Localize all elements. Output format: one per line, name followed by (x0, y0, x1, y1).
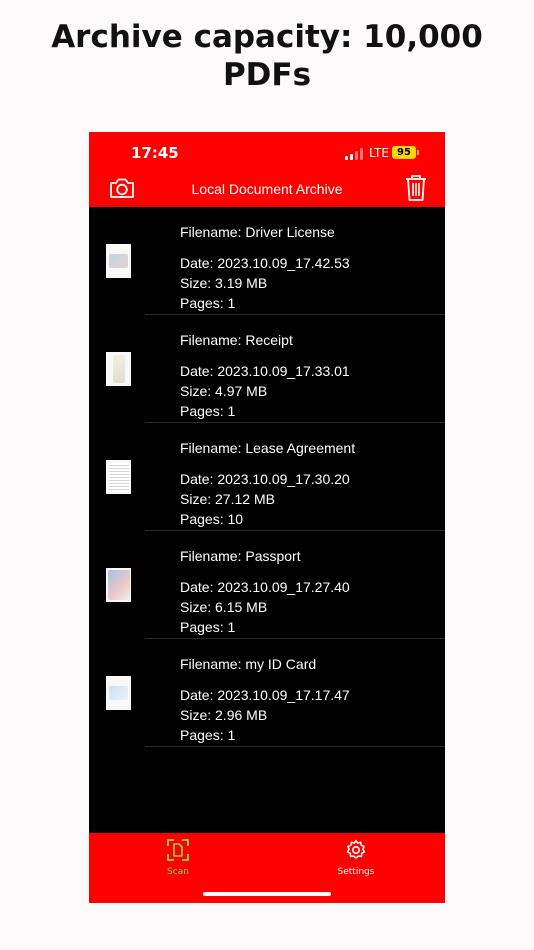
document-filename: Filename: my ID Card (180, 656, 317, 672)
document-size: Size: 27.12 MB (180, 491, 275, 507)
document-row[interactable]: Filename: Lease Agreement Date: 2023.10.… (89, 423, 445, 531)
document-row[interactable]: Filename: my ID Card Date: 2023.10.09_17… (89, 639, 445, 747)
trash-icon (406, 175, 426, 201)
document-filename: Filename: Driver License (180, 224, 335, 240)
document-row[interactable]: Filename: Passport Date: 2023.10.09_17.2… (89, 531, 445, 639)
document-date: Date: 2023.10.09_17.17.47 (180, 687, 350, 703)
document-filename: Filename: Passport (180, 548, 301, 564)
tab-settings[interactable]: Settings (326, 839, 386, 877)
document-size: Size: 2.96 MB (180, 707, 268, 723)
document-date: Date: 2023.10.09_17.33.01 (180, 363, 350, 379)
document-size: Size: 4.97 MB (180, 383, 268, 399)
document-pages: Pages: 1 (180, 403, 236, 419)
document-filename: Filename: Receipt (180, 332, 293, 348)
row-divider (145, 746, 445, 747)
document-size: Size: 3.19 MB (180, 275, 268, 291)
document-filename: Filename: Lease Agreement (180, 440, 356, 456)
tab-scan[interactable]: Scan (148, 839, 208, 877)
tab-bar: Scan Settings (89, 833, 445, 903)
document-thumbnail (106, 460, 131, 494)
document-date: Date: 2023.10.09_17.27.40 (180, 579, 350, 595)
delete-button[interactable] (405, 174, 427, 202)
document-pages: Pages: 1 (180, 619, 236, 635)
tab-settings-label: Settings (337, 867, 375, 877)
document-thumbnail (106, 352, 131, 386)
top-bar: 17:45 LTE 95 Local Document Archive (89, 132, 445, 207)
tab-scan-label: Scan (167, 867, 189, 877)
promo-headline-line1: Archive capacity: 10,000 (51, 19, 483, 55)
battery-icon: 95 (392, 146, 419, 159)
document-date: Date: 2023.10.09_17.42.53 (180, 255, 350, 271)
scan-icon (167, 839, 189, 861)
document-pages: Pages: 10 (180, 511, 244, 527)
document-pages: Pages: 1 (180, 727, 236, 743)
document-thumbnail (106, 244, 131, 278)
status-time: 17:45 (131, 144, 179, 162)
document-thumbnail (106, 676, 131, 710)
document-list: Filename: Driver License Date: 2023.10.0… (89, 207, 445, 747)
home-indicator (203, 892, 331, 896)
document-size: Size: 6.15 MB (180, 599, 268, 615)
document-date: Date: 2023.10.09_17.30.20 (180, 471, 350, 487)
gear-icon (346, 839, 366, 859)
document-thumbnail (106, 568, 131, 602)
document-row[interactable]: Filename: Receipt Date: 2023.10.09_17.33… (89, 315, 445, 423)
document-row[interactable]: Filename: Driver License Date: 2023.10.0… (89, 207, 445, 315)
promo-headline: Archive capacity: 10,000 PDFs (0, 18, 534, 94)
nav-title: Local Document Archive (191, 181, 343, 197)
promo-headline-line2: PDFs (222, 57, 312, 93)
signal-icon (345, 148, 363, 160)
app-screen: 17:45 LTE 95 Local Document Archive File… (89, 132, 445, 903)
network-label: LTE (369, 146, 389, 160)
document-pages: Pages: 1 (180, 295, 236, 311)
